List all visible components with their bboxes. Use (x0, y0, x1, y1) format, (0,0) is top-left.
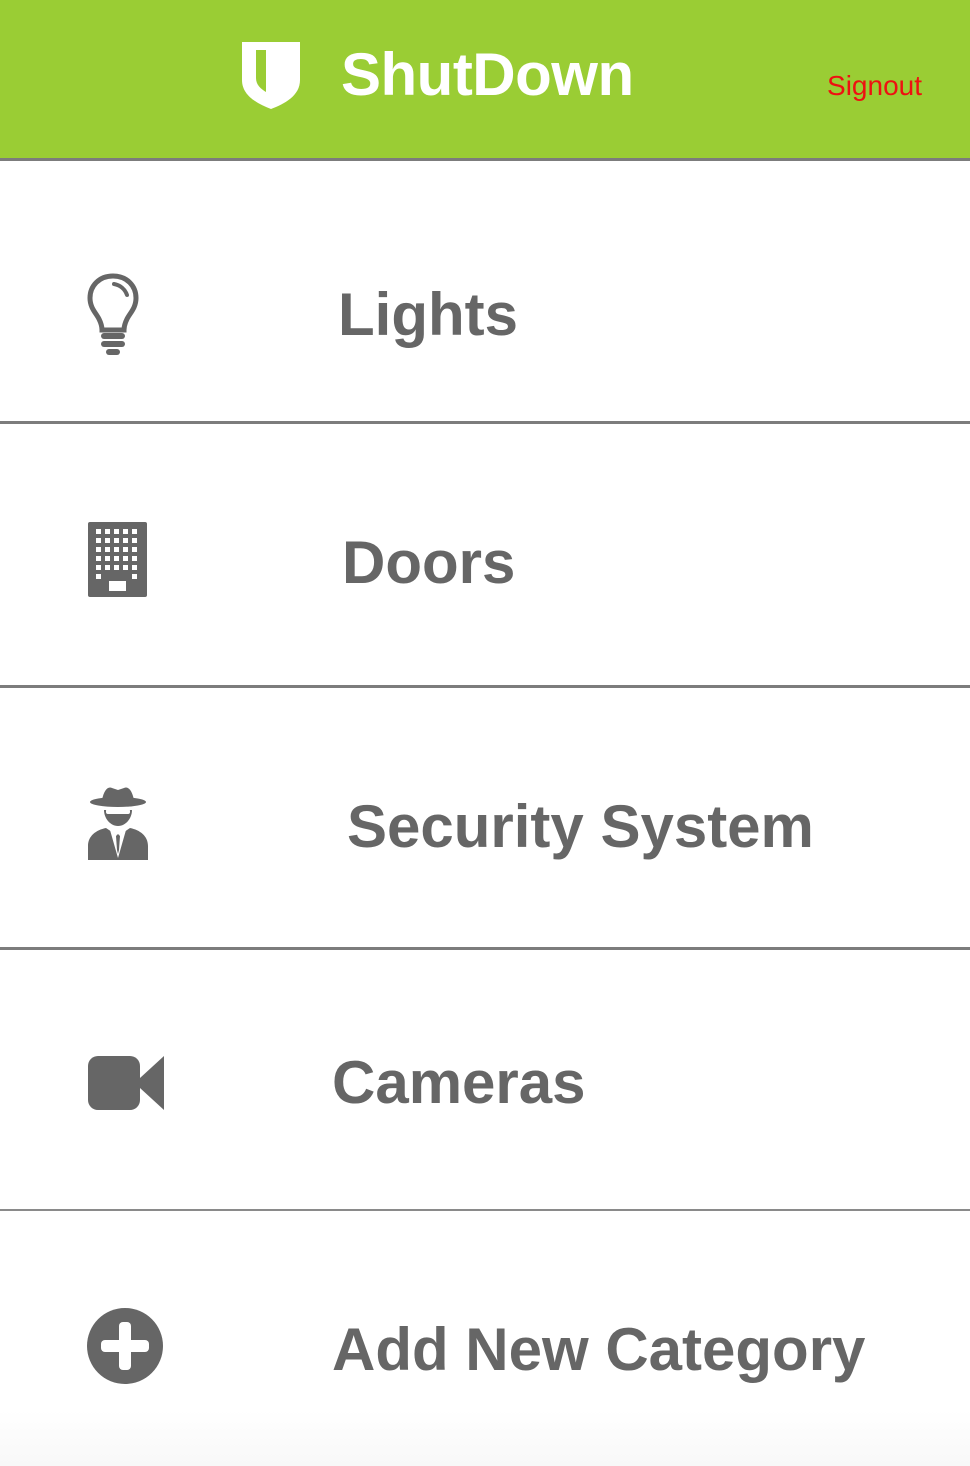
menu-item-doors[interactable]: Doors (0, 424, 970, 685)
menu-item-lights[interactable]: Lights (0, 164, 970, 422)
menu-item-security-system[interactable]: Security System (0, 688, 970, 948)
app-header: ShutDown Signout (0, 0, 970, 161)
menu-item-cameras[interactable]: Cameras (0, 950, 970, 1210)
signout-link[interactable]: Signout (827, 70, 922, 102)
menu-item-label: Security System (347, 793, 814, 860)
menu-item-label: Add New Category (332, 1316, 866, 1383)
video-camera-icon (88, 1056, 164, 1110)
building-icon (88, 522, 147, 597)
menu-item-label: Cameras (332, 1049, 586, 1116)
app-title: ShutDown (341, 41, 634, 108)
spy-icon (88, 787, 148, 860)
shield-icon (242, 42, 300, 109)
bottom-shadow (0, 1410, 970, 1466)
menu-item-label: Doors (342, 529, 516, 596)
lightbulb-icon (87, 273, 139, 355)
menu-item-label: Lights (338, 281, 518, 348)
plus-circle-icon (87, 1308, 163, 1384)
app-screen: ShutDown Signout Lights Doors Security S… (0, 0, 970, 1466)
